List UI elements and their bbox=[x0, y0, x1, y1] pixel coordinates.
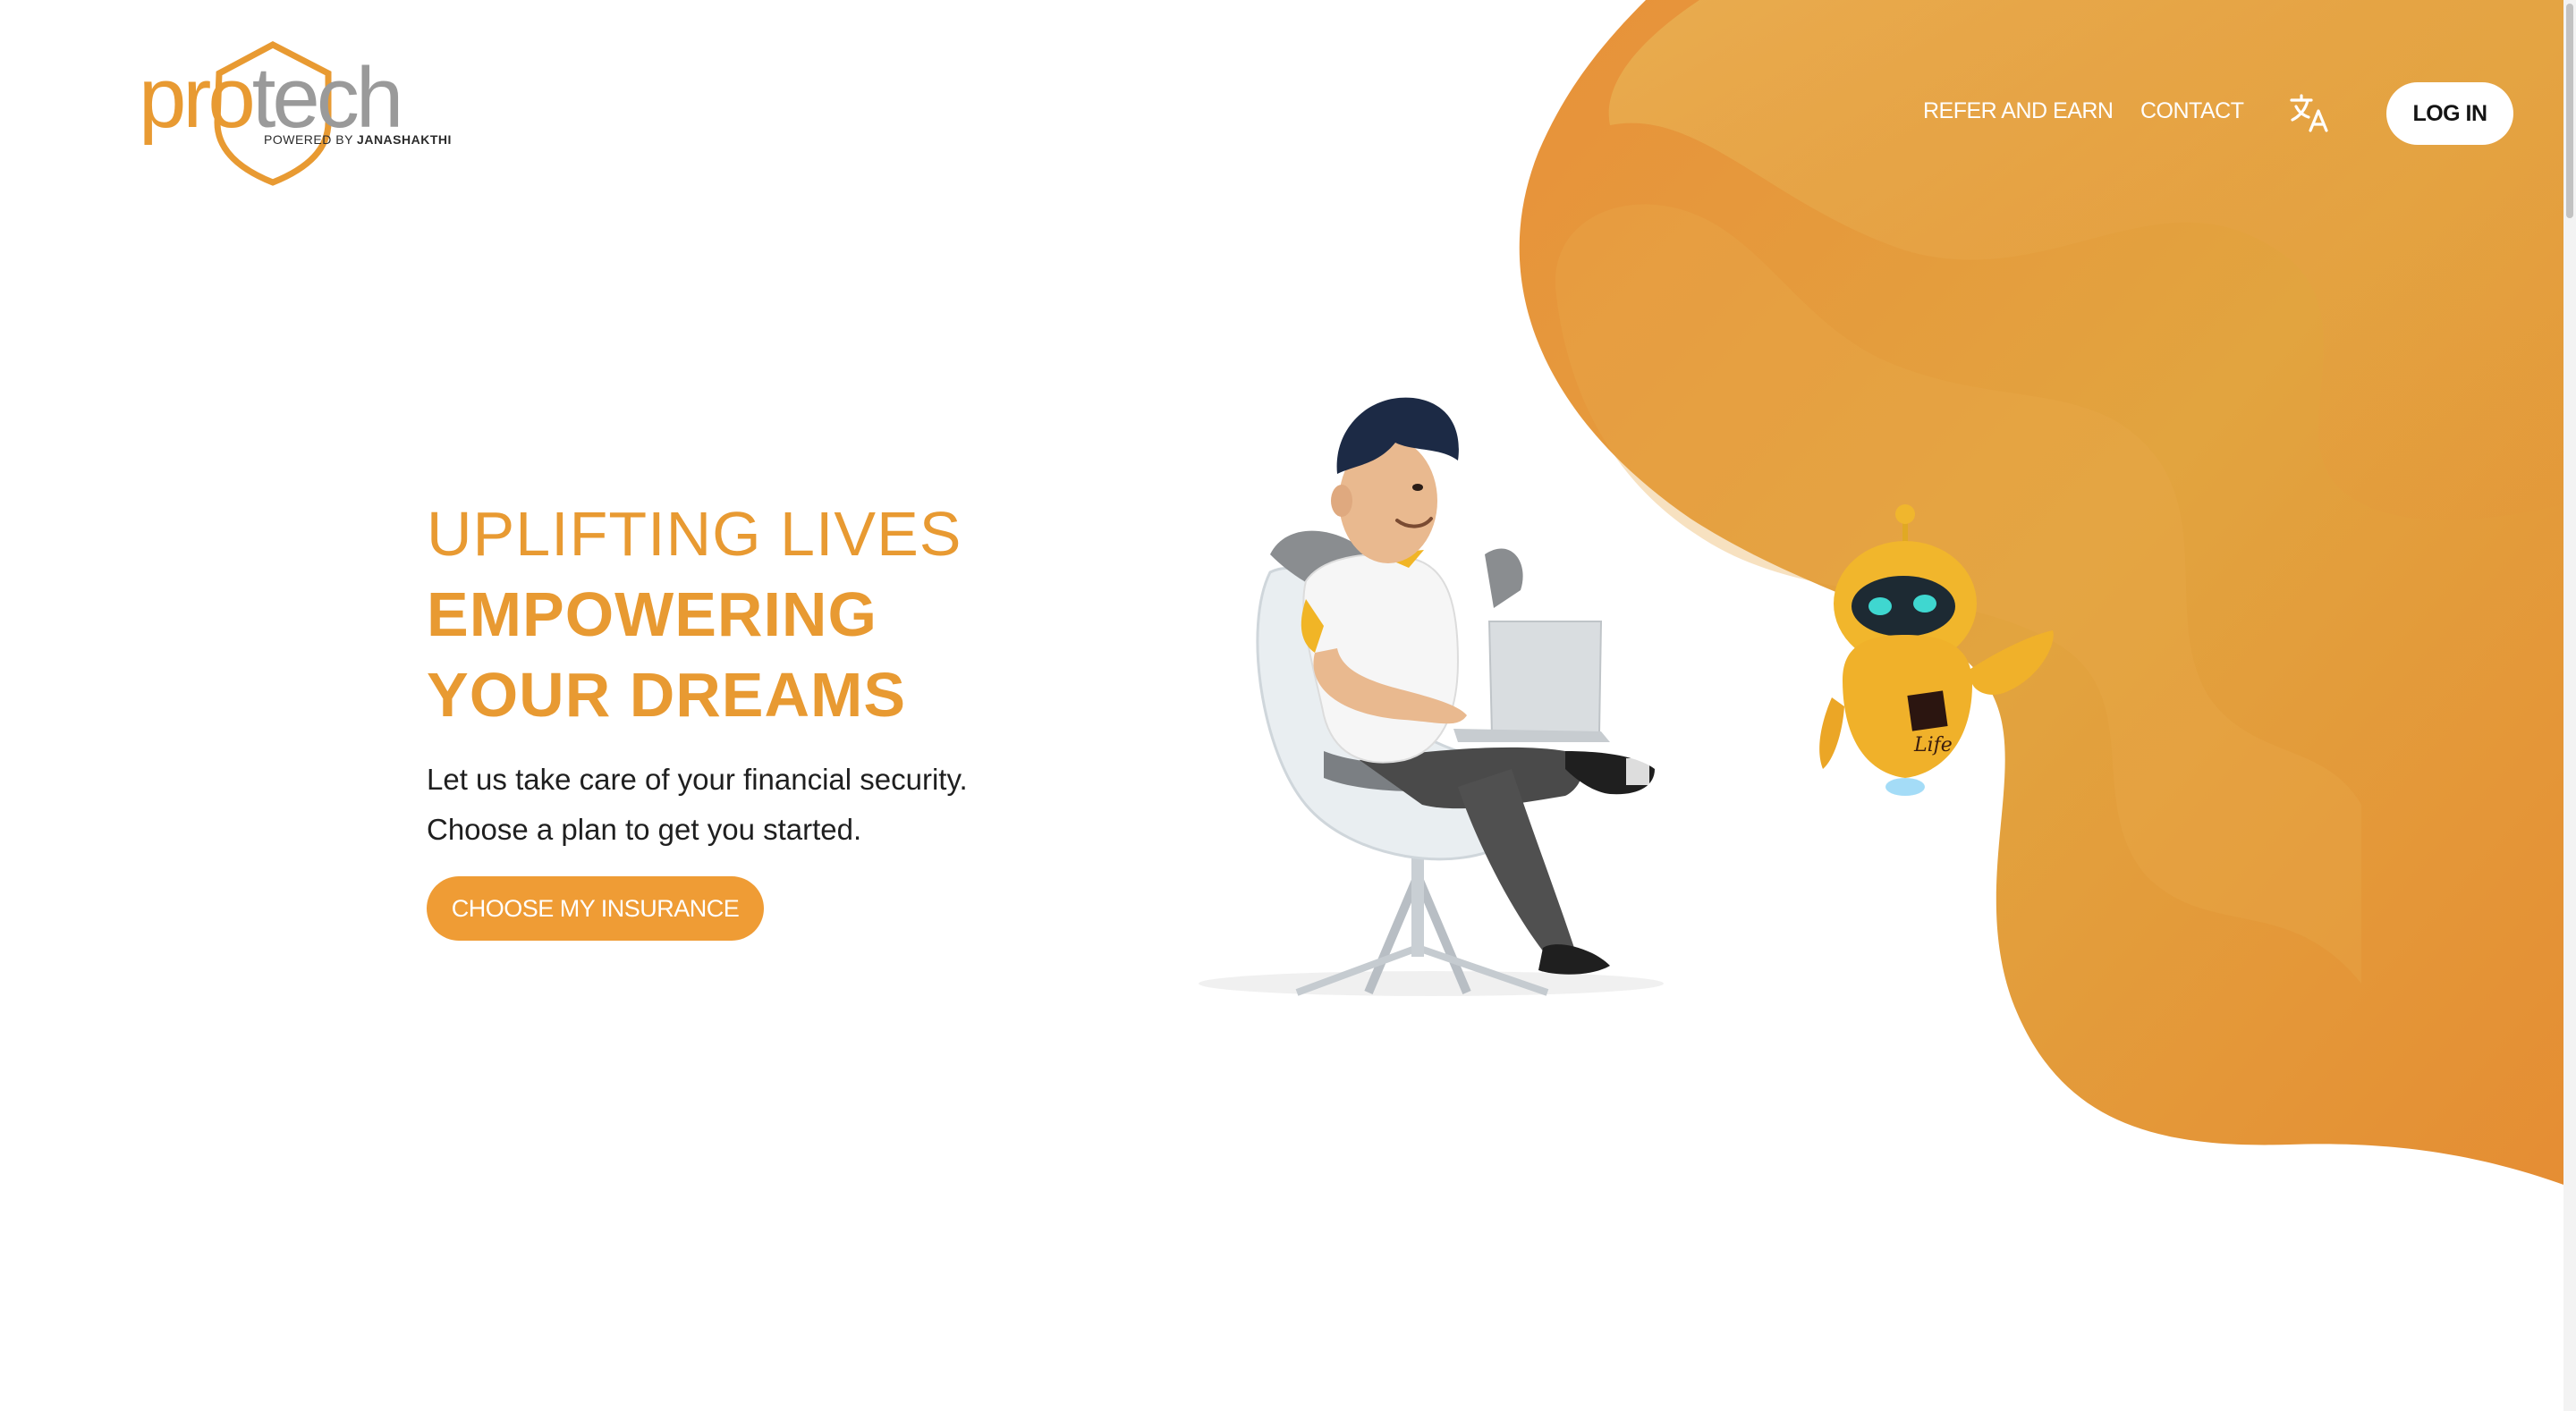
hero-headline-line2: EMPOWERING bbox=[427, 579, 877, 649]
logo-tech: tech bbox=[251, 50, 403, 146]
scrollbar-thumb[interactable] bbox=[2566, 4, 2573, 218]
choose-insurance-button[interactable]: CHOOSE MY INSURANCE bbox=[427, 876, 764, 941]
landing-page: protech POWERED BY JANASHAKTHI REFER AND… bbox=[0, 0, 2576, 1411]
hero-subtext-line2: Choose a plan to get you started. bbox=[427, 813, 862, 846]
logo-wordmark: protech bbox=[139, 55, 403, 141]
hero-section: UPLIFTING LIVES EMPOWERING YOUR DREAMS L… bbox=[427, 494, 1106, 941]
nav-contact[interactable]: CONTACT bbox=[2140, 98, 2244, 124]
robot-badge-life: Life bbox=[1913, 734, 1953, 756]
logo-pro: pro bbox=[139, 50, 256, 146]
hero-subtext-line1: Let us take care of your financial secur… bbox=[427, 763, 968, 796]
login-button[interactable]: LOG IN bbox=[2386, 82, 2513, 145]
scrollbar[interactable] bbox=[2563, 0, 2576, 1411]
hero-subtext: Let us take care of your financial secur… bbox=[427, 755, 1106, 855]
man-character bbox=[1301, 397, 1655, 975]
hero-headline-line1: UPLIFTING LIVES bbox=[427, 499, 962, 569]
translate-icon[interactable] bbox=[2288, 91, 2331, 134]
nav-refer-and-earn[interactable]: REFER AND EARN bbox=[1923, 98, 2114, 124]
floor-shadow bbox=[1199, 971, 1664, 996]
hero-illustration: Life bbox=[1199, 397, 2054, 996]
hero-headline-line3: YOUR DREAMS bbox=[427, 660, 907, 730]
powered-name: JANASHAKTHI bbox=[357, 132, 452, 147]
logo-powered-by: POWERED BY JANASHAKTHI bbox=[264, 132, 452, 147]
protech-logo[interactable]: protech POWERED BY JANASHAKTHI bbox=[139, 38, 451, 190]
robot-mascot: Life bbox=[1819, 504, 2054, 796]
powered-prefix: POWERED BY bbox=[264, 132, 358, 147]
